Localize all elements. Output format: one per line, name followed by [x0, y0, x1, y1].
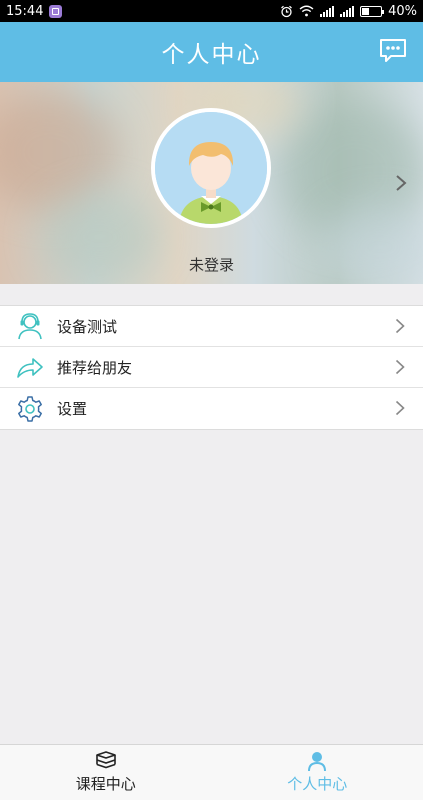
bottom-tab-bar: 课程中心 个人中心	[0, 744, 423, 800]
status-bar: 15:44 40%	[0, 0, 423, 22]
menu-item-settings[interactable]: 设置	[0, 388, 423, 429]
wifi-icon	[299, 5, 314, 17]
status-time: 15:44	[6, 3, 44, 19]
battery-icon	[360, 5, 385, 17]
chevron-right-icon	[395, 359, 405, 375]
app-notification-icon	[49, 4, 63, 18]
login-status[interactable]: 未登录	[0, 254, 423, 275]
books-icon	[95, 751, 116, 769]
menu-item-recommend[interactable]: 推荐给朋友	[0, 347, 423, 388]
tab-label: 个人中心	[287, 775, 348, 793]
chat-bubble-icon[interactable]	[379, 38, 407, 64]
share-arrow-icon	[15, 352, 45, 382]
header-bar: 个人中心	[0, 22, 423, 82]
signal-icon	[320, 5, 335, 17]
avatar[interactable]	[151, 108, 271, 228]
person-icon	[308, 752, 327, 771]
profile-banner[interactable]: 未登录	[0, 82, 423, 284]
battery-percent: 40%	[388, 3, 417, 19]
menu-item-device-test[interactable]: 设备测试	[0, 306, 423, 347]
settings-menu: 设备测试 推荐给朋友 设置	[0, 305, 423, 430]
menu-item-label: 设备测试	[57, 317, 118, 336]
gear-icon	[15, 394, 45, 424]
page-title: 个人中心	[161, 42, 262, 68]
chevron-right-icon	[395, 318, 405, 334]
chevron-right-icon	[395, 400, 405, 416]
signal-icon-2	[340, 5, 355, 17]
menu-item-label: 设置	[57, 400, 88, 418]
chevron-right-icon	[396, 175, 407, 191]
default-avatar-icon	[155, 112, 267, 224]
tab-course-center[interactable]: 课程中心	[0, 745, 212, 800]
tab-label: 课程中心	[75, 775, 136, 793]
tab-personal-center[interactable]: 个人中心	[212, 745, 423, 800]
menu-item-label: 推荐给朋友	[57, 358, 133, 377]
alarm-icon	[281, 5, 292, 17]
headset-user-icon	[15, 311, 45, 341]
